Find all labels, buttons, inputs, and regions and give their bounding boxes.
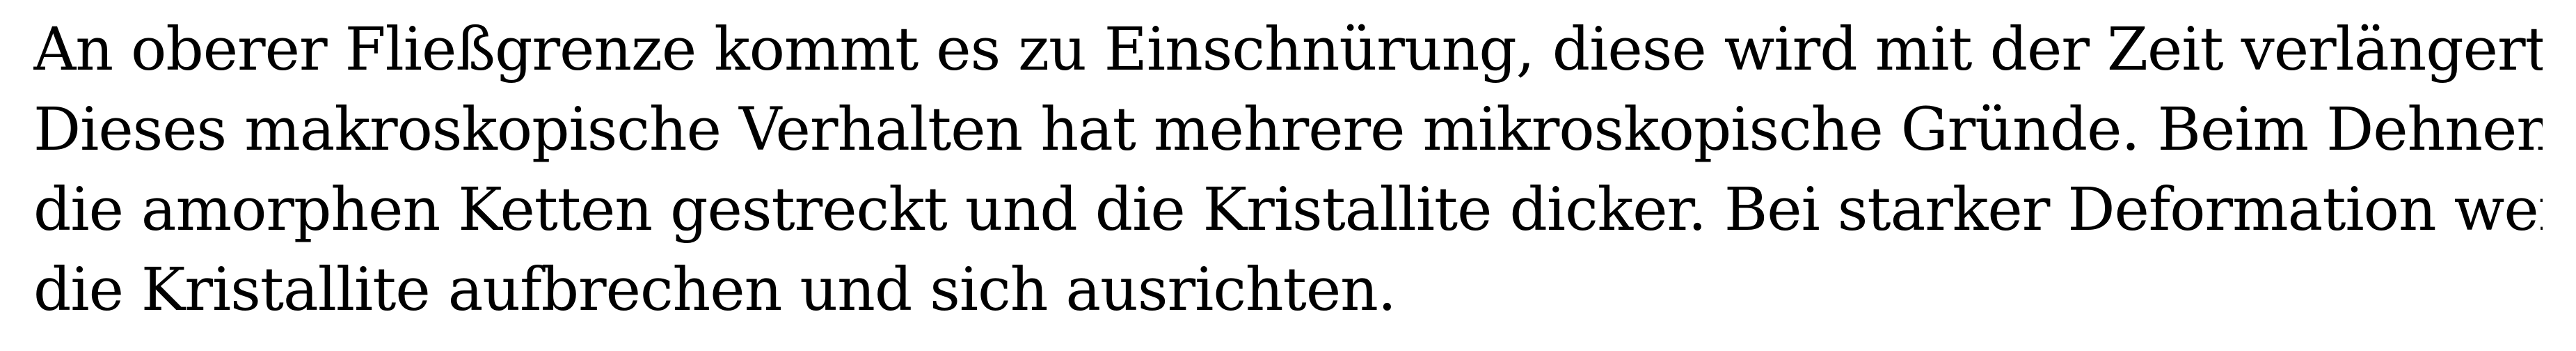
- paragraph-line-1: An oberer Fließgrenze kommt es zu Einsch…: [33, 15, 2543, 84]
- paragraph-line-2: Dieses makroskopische Verhalten hat mehr…: [33, 95, 2543, 164]
- paragraph-line-3: die amorphen Ketten gestreckt und die Kr…: [33, 176, 2543, 244]
- paragraph-line-4: die Kristallite aufbrechen und sich ausr…: [33, 256, 1397, 325]
- text-paragraph: An oberer Fließgrenze kommt es zu Einsch…: [33, 10, 2543, 330]
